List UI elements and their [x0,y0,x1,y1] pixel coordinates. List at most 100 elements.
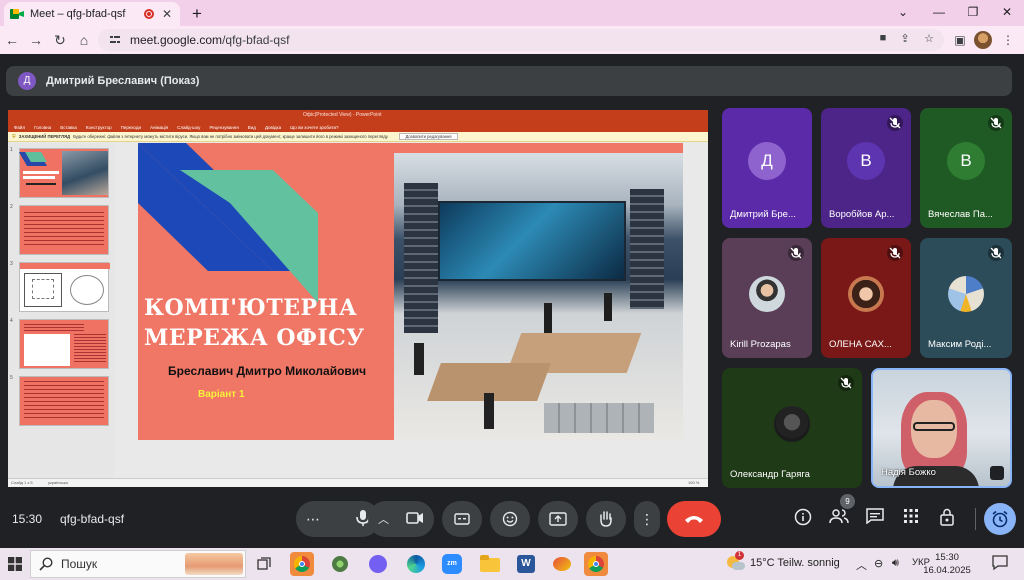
muted-mic-icon [838,375,854,391]
ribbon-tab: Анімація [149,124,169,130]
camera-button[interactable] [406,511,424,527]
meeting-timer-button[interactable] [984,503,1016,535]
slide-thumbnail [19,319,109,369]
tab-search-icon[interactable]: ⌄ [888,2,918,22]
share-icon[interactable]: ⇪ [896,32,914,48]
tray-chevron-icon[interactable]: ︿ [856,557,867,573]
meeting-info-button[interactable] [792,508,814,530]
current-slide: КОМП'ЮТЕРНА МЕРЕЖА ОФІСУ Бреславич Дмитр… [138,143,683,440]
meeting-code: qfg-bfad-qsf [60,512,125,526]
audio-options-icon[interactable]: ⋯ [306,511,320,528]
participant-photo [948,276,984,312]
clock-date: 16.04.2025 [923,565,971,576]
slide-author: Бреславич Дмитро Миколайович [168,364,367,378]
windows-logo-icon [8,557,22,571]
camera-icon[interactable]: ■ [874,32,892,48]
participant-tile[interactable]: ОЛЕНА САХ... [821,238,911,358]
reload-button[interactable]: ↻ [50,30,70,50]
emoji-icon [502,511,518,527]
protected-view-text: Будьте обережні: файли з Інтернету можут… [73,134,389,139]
present-screen-button[interactable] [538,501,578,537]
more-options-button[interactable]: ⋮ [634,501,660,537]
start-button[interactable] [0,548,30,580]
video-control-group: ︿ [368,501,434,537]
participant-name: Надія Божко [881,467,936,478]
slide-title: КОМП'ЮТЕРНА МЕРЕЖА ОФІСУ [144,295,365,351]
taskbar-search[interactable]: Пошук [30,550,246,578]
participant-tile[interactable]: В Воробйов Ар... [821,108,911,228]
forward-button[interactable]: → [26,30,46,50]
browser-tab[interactable]: Meet – qfg-bfad-qsf ✕ [4,2,180,26]
people-button[interactable] [828,508,850,530]
participant-tile[interactable]: Олександр Гаряга [722,368,862,488]
participant-photo [749,276,785,312]
present-icon [549,512,567,526]
participant-tile[interactable]: Надія Божко [871,368,1012,488]
slide-thumbnail [19,376,109,426]
minimize-button[interactable]: — [924,2,954,22]
task-view-icon[interactable] [252,552,276,576]
ribbon-tab: Переходи [120,124,141,130]
weather-icon[interactable]: 1 [727,551,745,572]
viber-icon[interactable] [366,552,390,576]
edge-icon[interactable] [404,552,428,576]
ribbon-tab: Що ви хочете зробити? [290,124,339,130]
protected-view-bar: ⛨ ЗАХИЩЕНИЙ ПЕРЕГЛЯД Будьте обережні: фа… [8,132,708,142]
thumb-number: 4 [10,318,13,324]
search-icon [39,557,53,571]
chrome-taskbar-icon-2[interactable] [584,552,608,576]
volume-icon[interactable]: 🔊︎ [892,557,899,570]
enable-editing-button: Дозволити редагування [399,133,458,140]
pinned-app-icon-2[interactable] [550,552,574,576]
new-tab-button[interactable]: + [188,4,206,24]
participant-name: Максим Роді... [928,339,992,350]
restore-button[interactable]: ❐ [958,2,988,22]
clock-time: 15:30 [935,552,959,563]
chat-button[interactable] [864,508,886,530]
zoom-icon[interactable]: zm [440,552,464,576]
tile-options-icon[interactable] [990,466,1004,480]
bookmark-star-icon[interactable]: ☆ [920,32,938,48]
ribbon-tab: Головна [34,124,52,130]
file-explorer-icon[interactable] [478,552,502,576]
participant-tile[interactable]: Максим Роді... [920,238,1012,358]
close-window-button[interactable]: ✕ [992,2,1022,22]
tab-close-icon[interactable]: ✕ [160,7,174,21]
back-button[interactable]: ← [2,30,22,50]
ribbon-tab: Конструктор [85,124,112,130]
participant-tile[interactable]: В Вячеслав Па... [920,108,1012,228]
activities-button[interactable] [900,508,922,530]
site-info-icon[interactable] [108,33,122,47]
people-icon [829,509,849,524]
host-controls-button[interactable] [936,508,958,530]
raise-hand-button[interactable] [586,501,626,537]
muted-mic-icon [788,245,804,261]
weather-text[interactable]: 15°C Teilw. sonnig [750,557,840,569]
muted-mic-icon [887,245,903,261]
profile-avatar[interactable] [974,31,992,49]
reactions-button[interactable] [490,501,530,537]
participant-tile[interactable]: Д Дмитрий Бре... [722,108,812,228]
leave-call-button[interactable] [667,501,721,537]
chrome-taskbar-icon[interactable] [290,552,314,576]
sidebar-icon[interactable]: ▣ [950,30,970,50]
browser-toolbar: ← → ↻ ⌂ meet.google.com/qfg-bfad-qsf ■ ⇪… [0,26,1024,54]
thumb-number: 5 [10,375,13,381]
address-bar[interactable]: meet.google.com/qfg-bfad-qsf ■ ⇪ ☆ [98,29,944,51]
powerpoint-ribbon-tabs: Файл Головна Вставка Конструктор Переходи Ані… [8,122,708,132]
participant-tile[interactable]: Kirill Prozapas [722,238,812,358]
thumb-number: 1 [10,147,13,153]
tray-app-icon[interactable]: ⊖ [874,557,883,570]
captions-button[interactable] [442,501,482,537]
video-options-icon[interactable]: ︿ [378,511,389,527]
taskbar-clock[interactable]: 15:30 16.04.2025 [922,551,972,577]
home-button[interactable]: ⌂ [74,30,94,50]
notifications-icon[interactable] [992,555,1008,574]
hand-icon [600,511,612,527]
search-label: Пошук [61,557,98,571]
participant-photo [774,406,810,442]
menu-kebab-icon[interactable]: ⋮ [998,30,1018,50]
pinned-app-icon[interactable] [328,552,352,576]
participant-name: Олександр Гаряга [730,469,810,480]
word-icon[interactable]: W [514,552,538,576]
